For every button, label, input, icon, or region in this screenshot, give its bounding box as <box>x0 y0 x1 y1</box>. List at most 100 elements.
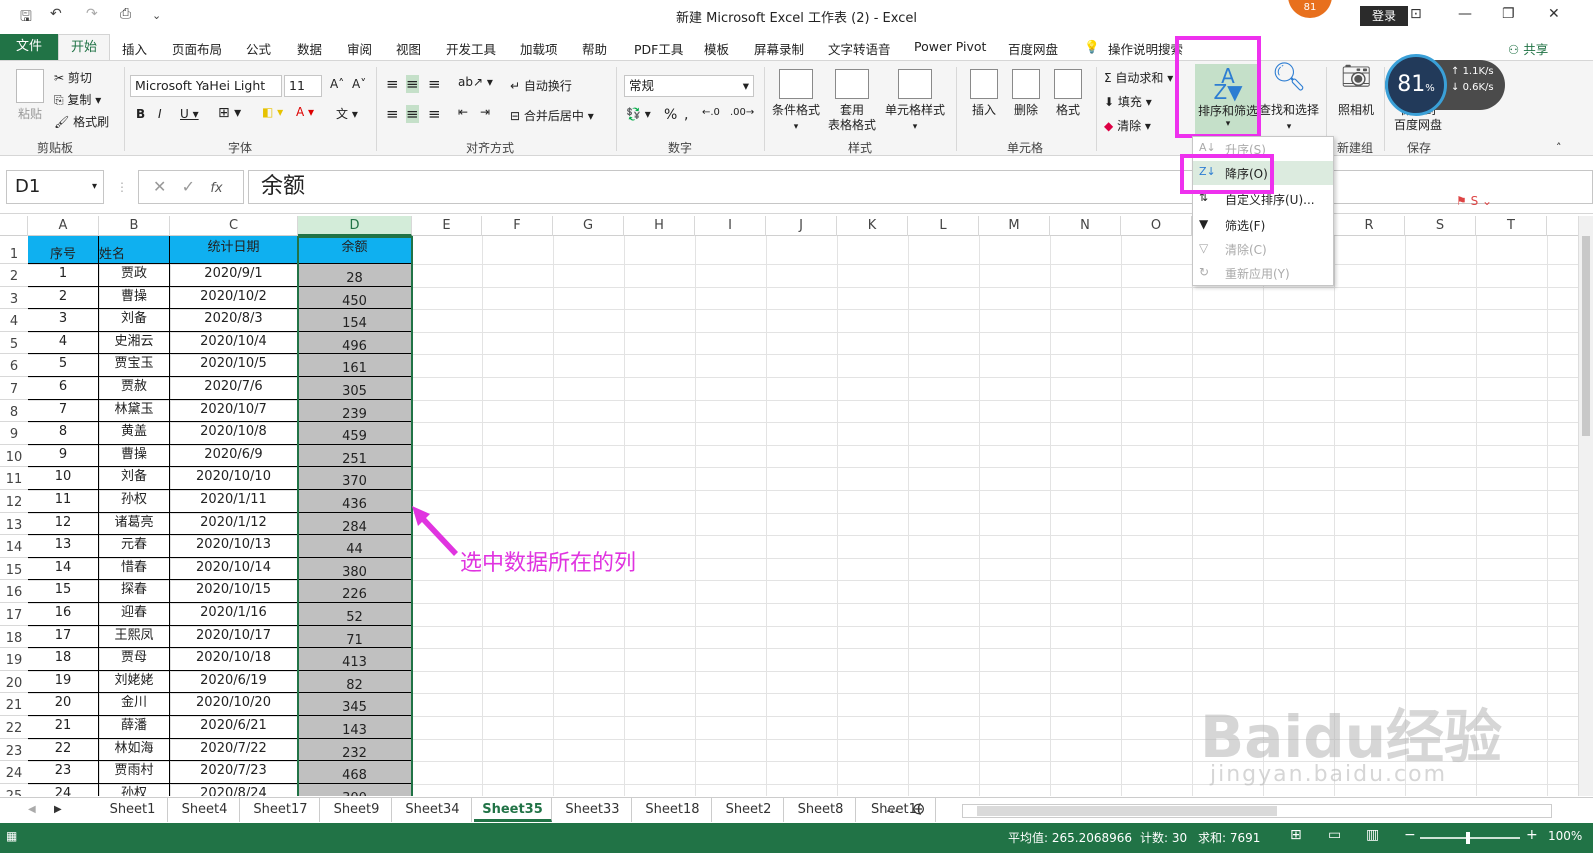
enter-icon[interactable]: ✓ <box>182 177 195 196</box>
table-cell[interactable]: 6 <box>28 377 99 400</box>
table-cell[interactable]: 22 <box>28 738 99 762</box>
row-header-7[interactable]: 7 <box>0 377 28 400</box>
percent-icon[interactable]: % <box>664 107 677 123</box>
tab-insert[interactable]: 插入 <box>122 39 147 58</box>
row-header-23[interactable]: 23 <box>0 738 28 762</box>
number-format-box[interactable]: 常规 ▾ <box>624 75 754 97</box>
row-header-10[interactable]: 10 <box>0 444 28 468</box>
table-cell[interactable]: 贾政 <box>99 264 170 287</box>
table-cell[interactable]: 18 <box>28 648 99 671</box>
tab-review[interactable]: 审阅 <box>347 39 372 58</box>
table-cell[interactable]: 15 <box>28 580 99 603</box>
column-header-i[interactable]: I <box>695 216 766 236</box>
sheet-tab[interactable]: Sheet17 <box>242 798 320 822</box>
column-header-e[interactable]: E <box>412 216 482 236</box>
table-cell[interactable]: 9 <box>28 444 99 468</box>
delete-cells-button[interactable]: 删除 <box>1006 69 1046 118</box>
table-cell[interactable]: 2 <box>28 286 99 310</box>
align-left-icon[interactable]: ≡ <box>386 105 399 123</box>
table-cell[interactable]: 刘备 <box>99 467 170 490</box>
tab-view[interactable]: 视图 <box>396 39 421 58</box>
column-header-s[interactable]: S <box>1405 216 1476 236</box>
wrap-text-button[interactable]: ↵ 自动换行 <box>510 77 572 94</box>
column-header-j[interactable]: J <box>766 216 837 236</box>
row-header-18[interactable]: 18 <box>0 625 28 649</box>
restore-icon[interactable]: ❐ <box>1502 6 1515 22</box>
row-header-5[interactable]: 5 <box>0 331 28 355</box>
prev-sheet-icon[interactable]: ◀ <box>28 804 36 815</box>
ribbon-display-icon[interactable]: ⊡ <box>1410 6 1422 22</box>
table-cell[interactable]: 贾母 <box>99 648 170 671</box>
format-painter-button[interactable]: 🖌 格式刷 <box>54 113 109 130</box>
tab-home[interactable]: 开始 <box>58 34 110 60</box>
row-header-13[interactable]: 13 <box>0 512 28 536</box>
row-header-21[interactable]: 21 <box>0 693 28 716</box>
table-cell[interactable]: 1 <box>28 264 99 287</box>
italic-button[interactable]: I <box>158 107 162 121</box>
zoom-level[interactable]: 100% <box>1548 829 1582 843</box>
row-header-8[interactable]: 8 <box>0 399 28 423</box>
table-cell[interactable]: 诸葛亮 <box>99 512 170 536</box>
table-cell[interactable]: 2020/10/8 <box>170 422 298 445</box>
table-cell[interactable]: 2020/10/15 <box>170 580 298 603</box>
vertical-scrollbar[interactable] <box>1578 216 1593 796</box>
paste-button[interactable]: 粘贴 <box>10 69 50 122</box>
page-layout-view-icon[interactable]: ▭ <box>1328 827 1341 843</box>
conditional-format-button[interactable]: 条件格式 ▾ <box>770 69 822 135</box>
row-header-12[interactable]: 12 <box>0 490 28 513</box>
close-icon[interactable]: ✕ <box>1548 6 1560 22</box>
table-cell[interactable]: 4 <box>28 331 99 355</box>
tab-data[interactable]: 数据 <box>297 39 322 58</box>
border-button[interactable]: ⊞ ▾ <box>218 105 241 121</box>
table-cell[interactable]: 10 <box>28 467 99 490</box>
column-header-m[interactable]: M <box>979 216 1050 236</box>
scrollbar-thumb[interactable] <box>1582 236 1590 436</box>
tell-me-search[interactable]: 操作说明搜索 <box>1108 39 1183 58</box>
decrease-indent-icon[interactable]: ⇤ <box>458 105 468 119</box>
font-name-box[interactable]: Microsoft YaHei Light <box>130 75 282 97</box>
tab-baidu-netdisk[interactable]: 百度网盘 <box>1008 39 1058 58</box>
table-cell[interactable]: 2020/10/10 <box>170 467 298 490</box>
table-cell[interactable]: 2020/7/6 <box>170 377 298 400</box>
table-cell[interactable]: 23 <box>28 761 99 784</box>
table-cell[interactable]: 19 <box>28 670 99 694</box>
table-cell[interactable]: 2020/1/12 <box>170 512 298 536</box>
horizontal-scrollbar[interactable] <box>962 804 1552 818</box>
tab-developer[interactable]: 开发工具 <box>446 39 496 58</box>
collapse-ribbon-icon[interactable]: ˄ <box>1556 141 1562 154</box>
tab-formulas[interactable]: 公式 <box>246 39 271 58</box>
clear-button[interactable]: ◆ 清除 ▾ <box>1104 117 1151 134</box>
page-break-view-icon[interactable]: ▥ <box>1366 827 1379 843</box>
cell-header-name[interactable]: 姓名 <box>99 236 170 264</box>
table-cell[interactable]: 贾雨村 <box>99 761 170 784</box>
decrease-decimal-icon[interactable]: .00→ <box>730 107 754 118</box>
table-cell[interactable]: 史湘云 <box>99 331 170 355</box>
increase-decimal-icon[interactable]: ←.0 <box>702 107 720 118</box>
sheet-tab[interactable]: Sheet2 <box>714 798 784 822</box>
zoom-out-icon[interactable]: − <box>1404 827 1416 843</box>
normal-view-icon[interactable]: ⊞ <box>1290 827 1302 843</box>
table-cell[interactable]: 21 <box>28 716 99 739</box>
minimize-icon[interactable]: — <box>1458 6 1472 22</box>
cell-header-date[interactable]: 统计日期 <box>170 236 298 264</box>
row-header-22[interactable]: 22 <box>0 716 28 739</box>
column-header-f[interactable]: F <box>482 216 553 236</box>
table-cell[interactable]: 12 <box>28 512 99 536</box>
table-cell[interactable]: 2020/10/13 <box>170 535 298 558</box>
table-cell[interactable]: 5 <box>28 354 99 377</box>
bold-button[interactable]: B <box>136 107 145 121</box>
tab-file[interactable]: 文件 <box>0 34 58 60</box>
column-header-n[interactable]: N <box>1050 216 1121 236</box>
font-size-box[interactable]: 11 <box>284 75 322 97</box>
table-cell[interactable]: 11 <box>28 490 99 513</box>
row-header-15[interactable]: 15 <box>0 557 28 581</box>
table-cell[interactable]: 探春 <box>99 580 170 603</box>
network-speed-widget[interactable]: 81% ↑ 1.1K/s ↓ 0.6K/s <box>1385 54 1505 116</box>
row-header-6[interactable]: 6 <box>0 354 28 377</box>
underline-button[interactable]: U ▾ <box>180 107 199 121</box>
table-cell[interactable]: 孙权 <box>99 490 170 513</box>
align-right-icon[interactable]: ≡ <box>428 105 441 123</box>
column-header-t[interactable]: T <box>1476 216 1547 236</box>
select-all-corner[interactable] <box>0 216 28 236</box>
autosum-button[interactable]: Σ 自动求和 ▾ <box>1104 69 1173 86</box>
